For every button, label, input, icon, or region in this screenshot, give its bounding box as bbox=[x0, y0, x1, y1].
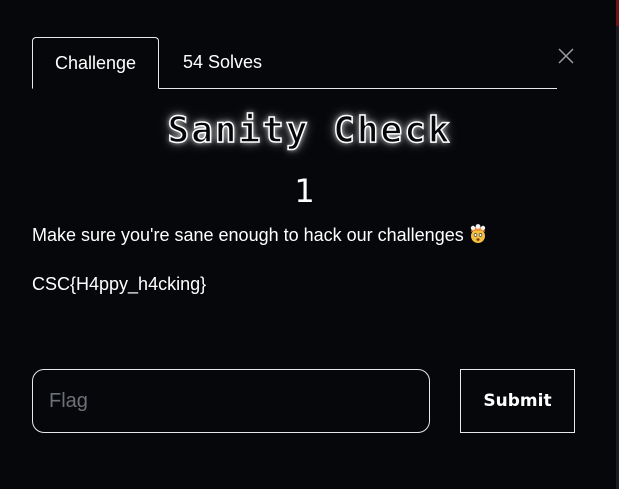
modal-tabs: Challenge 54 Solves bbox=[32, 37, 557, 89]
close-button[interactable] bbox=[557, 47, 575, 65]
challenge-description: Make sure you're sane enough to hack our… bbox=[32, 224, 488, 246]
challenge-title: Sanity Check bbox=[167, 109, 452, 152]
challenge-flag-text: CSC{H4ppy_h4cking} bbox=[32, 274, 207, 294]
challenge-modal: Challenge 54 Solves Sanity Check 1 Make … bbox=[0, 0, 619, 489]
tab-challenge[interactable]: Challenge bbox=[32, 37, 159, 89]
flag-input[interactable] bbox=[32, 369, 430, 433]
tab-solves[interactable]: 54 Solves bbox=[183, 37, 262, 88]
exploding-head-emoji-icon bbox=[470, 224, 485, 243]
description-text: Make sure you're sane enough to hack our… bbox=[32, 225, 464, 245]
submit-button[interactable]: Submit bbox=[460, 369, 575, 433]
challenge-points: 1 bbox=[294, 172, 315, 210]
close-icon bbox=[558, 48, 574, 64]
